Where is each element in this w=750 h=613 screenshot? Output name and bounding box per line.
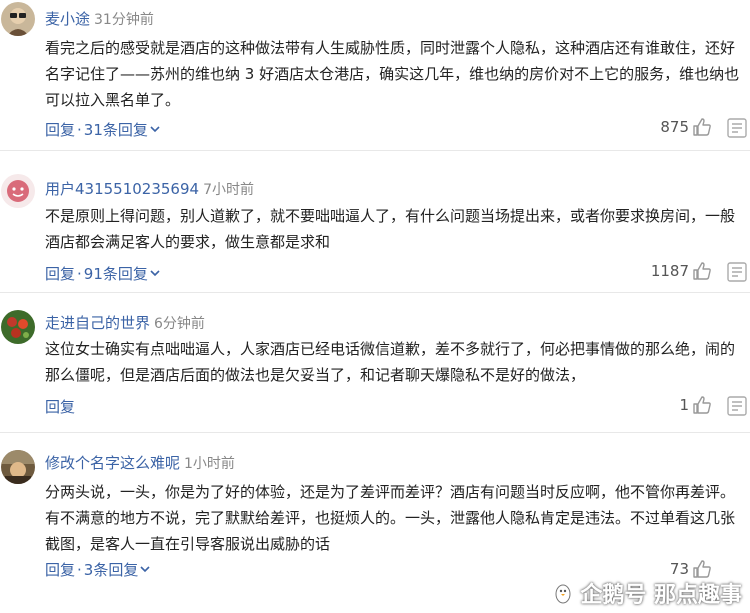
username[interactable]: 用户4315510235694 bbox=[45, 180, 199, 198]
timestamp: 6分钟前 bbox=[154, 316, 205, 332]
watermark: 企鹅号 那点趣事 bbox=[552, 577, 742, 609]
comment-text: 看完之后的感受就是酒店的这种做法带有人生威胁性质，同时泄露个人隐私，这种酒店还有… bbox=[45, 39, 740, 109]
thumbs-up-icon[interactable] bbox=[692, 261, 712, 281]
comment-item: 用户4315510235694 7小时前 不是原则上得问题，别人道歉了，就不要咄咄… bbox=[0, 150, 750, 292]
username[interactable]: 修改个名字这么难呢 bbox=[45, 454, 180, 472]
comment-header: 走进自己的世界 6分钟前 bbox=[45, 312, 205, 334]
timestamp: 1小时前 bbox=[184, 456, 235, 472]
username[interactable]: 走进自己的世界 bbox=[45, 314, 150, 332]
separator-dot: · bbox=[77, 561, 82, 579]
timestamp: 7小时前 bbox=[203, 182, 254, 198]
comment-header: 修改个名字这么难呢 1小时前 bbox=[45, 452, 235, 474]
avatar[interactable] bbox=[1, 174, 35, 208]
avatar[interactable] bbox=[1, 2, 35, 36]
like-count: 1187 bbox=[650, 262, 689, 280]
comment-header: 用户4315510235694 7小时前 bbox=[45, 178, 254, 200]
avatar[interactable] bbox=[1, 450, 35, 484]
comment-item: 走进自己的世界 6分钟前 这位女士确实有点咄咄逼人，人家酒店已经电话微信道歉，差不… bbox=[0, 292, 750, 432]
separator-dot: · bbox=[77, 265, 82, 283]
timestamp: 31分钟前 bbox=[94, 12, 154, 28]
thumbs-up-icon[interactable] bbox=[692, 559, 712, 579]
report-icon[interactable] bbox=[726, 395, 748, 417]
like-count: 875 bbox=[660, 118, 689, 136]
view-replies-button[interactable]: 31条回复 bbox=[84, 121, 160, 139]
like-area: 73 bbox=[670, 559, 712, 579]
comment-text: 分两头说，一头，你是为了好的体验，还是为了差评而差评？酒店有问题当时反应啊，他不… bbox=[45, 483, 736, 553]
comment-actions: 回复 · 3条回复 bbox=[45, 559, 150, 580]
like-count: 73 bbox=[669, 560, 689, 578]
avatar[interactable] bbox=[1, 310, 35, 344]
chevron-down-icon bbox=[150, 126, 160, 133]
reply-button[interactable]: 回复 bbox=[45, 265, 75, 283]
view-replies-button[interactable]: 3条回复 bbox=[84, 561, 151, 579]
view-replies-button[interactable]: 91条回复 bbox=[84, 265, 160, 283]
comment-actions: 回复 bbox=[45, 396, 75, 417]
comment-text: 这位女士确实有点咄咄逼人，人家酒店已经电话微信道歉，差不多就行了，何必把事情做的… bbox=[45, 340, 736, 384]
username[interactable]: 麦小途 bbox=[45, 10, 90, 28]
like-area: 1 bbox=[679, 395, 712, 415]
comment-text: 不是原则上得问题，别人道歉了，就不要咄咄逼人了，有什么问题当场提出来，或者你要求… bbox=[45, 207, 736, 251]
report-icon[interactable] bbox=[726, 261, 748, 283]
thumbs-up-icon[interactable] bbox=[692, 395, 712, 415]
comment-actions: 回复 · 91条回复 bbox=[45, 263, 160, 284]
reply-button[interactable]: 回复 bbox=[45, 121, 75, 139]
reply-button[interactable]: 回复 bbox=[45, 398, 75, 416]
penguin-logo-icon bbox=[555, 584, 571, 604]
replies-count: 91条回复 bbox=[83, 265, 148, 283]
thumbs-up-icon[interactable] bbox=[692, 117, 712, 137]
comment-header: 麦小途 31分钟前 bbox=[45, 8, 154, 30]
separator-dot: · bbox=[77, 121, 82, 139]
chevron-down-icon bbox=[150, 270, 160, 277]
like-area: 1187 bbox=[651, 261, 712, 281]
chevron-down-icon bbox=[140, 566, 150, 573]
watermark-text: 企鹅号 那点趣事 bbox=[580, 583, 742, 608]
like-area: 875 bbox=[660, 117, 712, 137]
replies-count: 31条回复 bbox=[83, 121, 148, 139]
comment-item: 麦小途 31分钟前 看完之后的感受就是酒店的这种做法带有人生威胁性质，同时泄露个人… bbox=[0, 0, 750, 150]
like-count: 1 bbox=[679, 396, 689, 414]
report-icon[interactable] bbox=[726, 117, 748, 139]
reply-button[interactable]: 回复 bbox=[45, 561, 75, 579]
comment-actions: 回复 · 31条回复 bbox=[45, 119, 160, 140]
replies-count: 3条回复 bbox=[83, 561, 139, 579]
